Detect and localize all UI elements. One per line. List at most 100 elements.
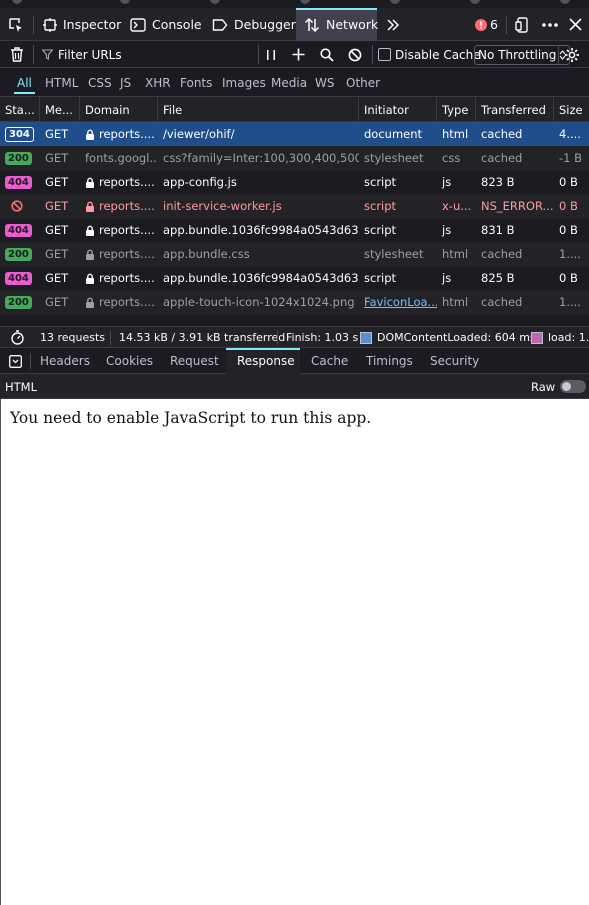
tab-cache[interactable]: Cache [311,348,348,374]
table-row[interactable]: 404 GET reports.... app-config.js script… [0,170,589,194]
network-settings-button[interactable] [564,41,580,68]
tab-timings[interactable]: Timings [366,348,413,374]
lock-icon [86,225,94,236]
request-detail-tabs: Headers Cookies Request Response Cache T… [0,348,589,374]
lock-icon [86,177,94,188]
domain-text: reports.... [99,175,155,189]
more-tools-button[interactable] [386,8,400,41]
request-type-filter: All HTML CSS JS XHR Fonts Images Media W… [0,68,589,97]
divider [33,16,34,34]
type-cell: js [442,223,452,237]
table-row[interactable]: 200 GET reports.... apple-touch-icon-102… [0,290,589,314]
size-cell: 0 B [559,223,578,237]
table-row-partial[interactable] [0,314,589,326]
initiator-cell: script [364,271,397,285]
method-cell: GET [45,223,69,237]
column-size[interactable]: Size [554,97,589,122]
divider [258,45,259,64]
domain-text: reports.... [99,127,155,141]
options-menu-button[interactable] [541,8,559,41]
tab-network[interactable]: Network [304,8,378,41]
tab-headers[interactable]: Headers [40,348,90,374]
column-type[interactable]: Type [437,97,476,122]
type-filter-other[interactable]: Other [346,68,380,97]
tab-request[interactable]: Request [170,348,219,374]
file-cell: app.bundle.1036fc9984a0543d63d0.js [163,223,359,237]
method-cell: GET [45,295,69,309]
type-filter-html[interactable]: HTML [45,68,78,97]
response-preview: You need to enable JavaScript to run thi… [0,399,589,905]
disable-cache-checkbox[interactable]: Disable Cache [378,41,481,68]
type-filter-fonts[interactable]: Fonts [180,68,212,97]
table-row[interactable]: 200 GET reports.... app.bundle.css style… [0,242,589,266]
network-icon [304,17,320,32]
tab-inspector-label: Inspector [63,17,122,32]
block-url-button[interactable] [348,41,362,68]
performance-analysis-button[interactable] [10,327,25,348]
table-row[interactable]: 304 GET reports.... /viewer/ohif/ docume… [0,122,589,146]
tab-inspector[interactable]: Inspector [43,8,121,41]
new-request-button[interactable] [292,41,305,68]
type-filter-css[interactable]: CSS [88,68,112,97]
throttling-select[interactable]: No Throttling [474,41,571,68]
column-initiator[interactable]: Initiator [359,97,437,122]
close-devtools-button[interactable] [569,8,582,41]
domain-cell: reports.... [80,266,158,290]
type-filter-images[interactable]: Images [222,68,266,97]
divider [33,45,34,64]
type-filter-all[interactable]: All [14,68,35,97]
initiator-cell: document [364,127,423,141]
column-file[interactable]: File [158,97,359,122]
column-method[interactable]: Me... [40,97,80,122]
responsive-design-button[interactable] [515,8,531,41]
domain-text: reports.... [99,199,155,213]
tab-response[interactable]: Response [237,348,295,374]
responsive-mode-icon [515,16,528,33]
domain-cell: reports.... [80,290,158,314]
column-status[interactable]: Sta... [0,97,40,122]
table-row[interactable]: 404 GET reports.... app.bundle.1036fc998… [0,218,589,242]
status-cell: 200 [0,242,40,266]
column-transferred[interactable]: Transferred [476,97,554,122]
lock-icon [86,201,94,212]
response-format-label: HTML [5,379,38,394]
type-filter-ws[interactable]: WS [315,68,334,97]
tab-debugger[interactable]: Debugger [212,8,296,41]
clear-requests-button[interactable] [10,41,24,68]
pick-element-button[interactable] [8,8,24,41]
divider [558,45,559,64]
size-cell: -1 B [559,151,583,165]
trash-icon [11,47,23,62]
initiator-cell: stylesheet [364,247,424,261]
toggle-sidebar-button[interactable] [9,348,22,374]
initiator-link[interactable]: FaviconLoa... [359,290,437,314]
method-cell: GET [45,127,69,141]
table-row[interactable]: 404 GET reports.... app.bundle.1036fc998… [0,266,589,290]
method-cell: GET [45,199,69,213]
table-row[interactable]: 200 GET fonts.googl... css?family=Inter:… [0,146,589,170]
type-cell: x-u... [442,199,472,213]
raw-toggle[interactable]: Raw [531,374,587,399]
pause-button[interactable] [266,41,276,68]
size-cell: 0 B [559,199,578,213]
method-cell: GET [45,175,69,189]
filter-urls-input[interactable]: Filter URLs [42,41,252,68]
initiator-cell: script [364,223,397,237]
type-filter-media[interactable]: Media [271,68,307,97]
type-filter-js[interactable]: JS [120,68,131,97]
divider [277,331,278,345]
browser-top-strip [0,0,589,8]
status-badge: 200 [5,151,32,165]
domain-cell: reports.... [80,122,158,146]
table-row[interactable]: GET reports.... init-service-worker.js s… [0,194,589,218]
response-format-bar: HTML Raw [0,374,589,399]
column-domain[interactable]: Domain [80,97,158,122]
panel-toggle-icon [9,354,22,368]
tab-security[interactable]: Security [430,348,479,374]
error-count-button[interactable]: 6 [475,8,498,41]
type-filter-xhr[interactable]: XHR [145,68,171,97]
search-button[interactable] [320,41,334,68]
tab-console[interactable]: Console [130,8,202,41]
raw-toggle-switch[interactable] [560,380,587,393]
tab-cookies[interactable]: Cookies [106,348,153,374]
